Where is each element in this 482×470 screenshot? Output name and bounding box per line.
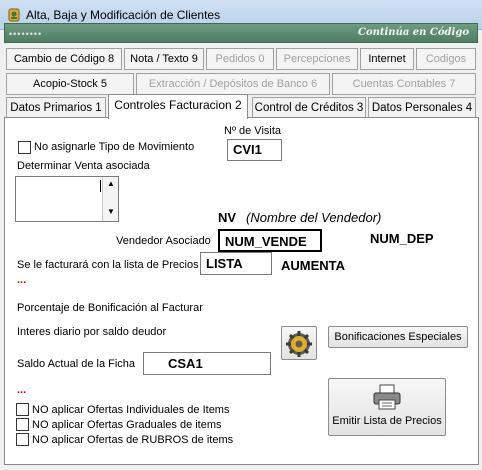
pedidos-button[interactable]: Pedidos 0 bbox=[206, 48, 274, 70]
percepciones-label: Percepciones bbox=[283, 53, 351, 65]
aumenta-label: AUMENTA bbox=[281, 258, 346, 273]
oferta-gradual-checkbox[interactable] bbox=[16, 418, 29, 431]
ellipsis-marker-2: ... bbox=[17, 384, 27, 396]
bonificaciones-especiales-button[interactable]: Bonificaciones Especiales bbox=[328, 326, 468, 348]
printer-icon bbox=[373, 384, 401, 410]
listbox-scrollbar[interactable]: ▲ ▼ bbox=[102, 177, 118, 221]
bonificacion-label: Porcentaje de Bonificación al Facturar bbox=[17, 302, 203, 314]
internet-button[interactable]: Internet bbox=[360, 48, 414, 70]
visita-field[interactable]: CVI1 bbox=[227, 139, 282, 161]
no-tipo-mov-checkbox[interactable] bbox=[18, 141, 31, 154]
bonificaciones-especiales-label: Bonificaciones Especiales bbox=[334, 331, 462, 343]
cambio-codigo-button[interactable]: Cambio de Código 8 bbox=[6, 48, 122, 70]
vendedor-field[interactable]: NUM_VENDE bbox=[218, 229, 322, 252]
lista-precios-label: Se le facturará con la lista de Precios bbox=[17, 259, 199, 271]
codigos-button[interactable]: Codigos bbox=[416, 48, 476, 70]
num-dep-label: NUM_DEP bbox=[370, 231, 434, 246]
tab-datos-personales[interactable]: Datos Personales 4 bbox=[368, 97, 476, 119]
interes-label: Interes diario por saldo deudor bbox=[17, 326, 167, 338]
tab-control-creditos-label: Control de Créditos 3 bbox=[254, 102, 364, 114]
oferta-individual-label: NO aplicar Ofertas Individuales de Items bbox=[32, 404, 230, 416]
cuentas-contables-label: Cuentas Contables 7 bbox=[352, 78, 456, 90]
lista-precios-field[interactable]: LISTA bbox=[200, 252, 272, 275]
window-title: Alta, Baja y Modificación de Clientes bbox=[26, 8, 221, 22]
internet-label: Internet bbox=[368, 53, 406, 65]
vendedor-label: Vendedor Asociado bbox=[116, 235, 211, 247]
tab-controles-facturacion-label: Controles Facturacion 2 bbox=[114, 98, 242, 112]
saldo-field[interactable]: CSA1 bbox=[143, 352, 271, 375]
oferta-gradual-label: NO aplicar Ofertas Graduales de items bbox=[32, 419, 222, 431]
venta-asociada-label: Determinar Venta asociada bbox=[17, 160, 150, 172]
acopio-stock-label: Acopio-Stock 5 bbox=[33, 78, 107, 90]
continues-in-code-banner: •••••••• Continúa en Código bbox=[4, 23, 478, 43]
emitir-lista-button[interactable]: Emitir Lista de Precios bbox=[328, 378, 446, 436]
tab-controles-facturacion[interactable]: Controles Facturacion 2 bbox=[108, 94, 248, 119]
tab-datos-personales-label: Datos Personales 4 bbox=[371, 102, 473, 114]
tab-datos-primarios[interactable]: Datos Primarios 1 bbox=[6, 97, 106, 119]
emitir-lista-label: Emitir Lista de Precios bbox=[332, 415, 442, 427]
oferta-individual-checkbox[interactable] bbox=[16, 403, 29, 416]
scroll-down-icon[interactable]: ▼ bbox=[107, 207, 115, 216]
tab-control-creditos[interactable]: Control de Créditos 3 bbox=[252, 97, 366, 119]
oferta-rubros-label: NO aplicar Ofertas de RUBROS de items bbox=[32, 434, 234, 446]
acopio-stock-button[interactable]: Acopio-Stock 5 bbox=[6, 73, 134, 95]
banner-dots: •••••••• bbox=[9, 29, 43, 39]
extraccion-depositos-label: Extracción / Depósitos de Banco 6 bbox=[148, 78, 318, 90]
saldo-label: Saldo Actual de la Ficha bbox=[17, 358, 136, 370]
gear-button[interactable] bbox=[281, 326, 317, 360]
nota-texto-label: Nota / Texto 9 bbox=[130, 53, 198, 65]
oferta-rubros-checkbox[interactable] bbox=[16, 433, 29, 446]
visita-label: Nº de Visita bbox=[224, 125, 282, 137]
codigos-label: Codigos bbox=[425, 53, 467, 65]
ellipsis-marker: ... bbox=[17, 274, 27, 286]
banner-text: Continúa en Código bbox=[357, 27, 469, 38]
venta-asociada-listbox[interactable]: ▲ ▼ bbox=[15, 176, 119, 222]
cuentas-contables-button[interactable]: Cuentas Contables 7 bbox=[332, 73, 476, 95]
no-tipo-mov-label: No asignarle Tipo de Movimiento bbox=[34, 141, 195, 153]
nv-description: (Nombre del Vendedor) bbox=[246, 210, 382, 225]
tab-datos-primarios-label: Datos Primarios 1 bbox=[10, 102, 102, 114]
percepciones-button[interactable]: Percepciones bbox=[276, 48, 358, 70]
pedidos-label: Pedidos 0 bbox=[215, 53, 265, 65]
app-icon bbox=[6, 7, 22, 23]
gear-icon bbox=[286, 331, 312, 357]
nota-texto-button[interactable]: Nota / Texto 9 bbox=[124, 48, 204, 70]
text-cursor bbox=[100, 180, 101, 192]
nv-label: NV bbox=[218, 210, 237, 225]
cambio-codigo-label: Cambio de Código 8 bbox=[13, 53, 115, 65]
extraccion-depositos-button[interactable]: Extracción / Depósitos de Banco 6 bbox=[136, 73, 330, 95]
scroll-up-icon[interactable]: ▲ bbox=[107, 179, 115, 188]
